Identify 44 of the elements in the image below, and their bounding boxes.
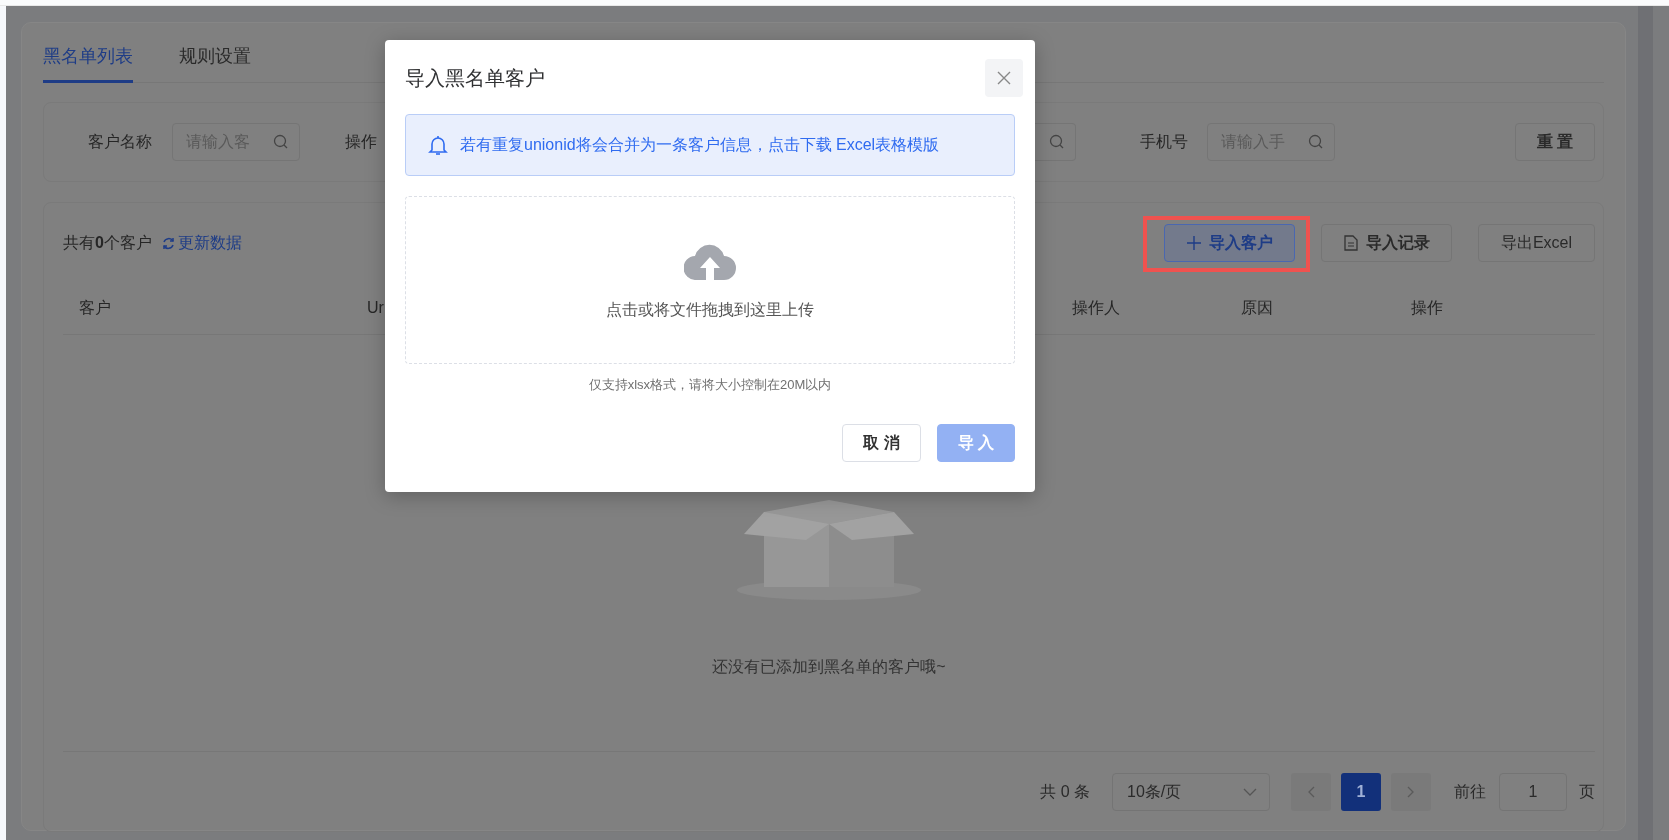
document-icon bbox=[1343, 235, 1358, 251]
reset-button[interactable]: 重 置 bbox=[1515, 123, 1595, 161]
customer-count: 共有0个客户 bbox=[63, 232, 152, 253]
tab[interactable]: 规则设置 bbox=[179, 44, 251, 83]
close-button[interactable] bbox=[985, 59, 1023, 97]
previous-page-button[interactable] bbox=[1291, 773, 1331, 811]
search-icon bbox=[273, 134, 289, 150]
bell-icon bbox=[428, 134, 448, 156]
column-header: 原因 bbox=[1241, 297, 1273, 318]
action-button[interactable]: 导入客户 bbox=[1164, 224, 1295, 262]
field-label: 客户名称 bbox=[88, 131, 152, 152]
column-header: 操作人 bbox=[1072, 297, 1120, 318]
goto-label: 前往 bbox=[1454, 781, 1486, 802]
tab[interactable]: 黑名单列表 bbox=[43, 44, 133, 83]
search-icon bbox=[1308, 134, 1324, 150]
empty-message: 还没有已添加到黑名单的客户哦~ bbox=[712, 657, 946, 677]
next-page-button[interactable] bbox=[1391, 773, 1431, 811]
dialog-title: 导入黑名单客户 bbox=[405, 65, 545, 91]
column-header: Ur bbox=[367, 299, 384, 317]
chevron-right-icon bbox=[1407, 786, 1415, 798]
total-count: 共 0 条 bbox=[1040, 781, 1090, 802]
field-label: 操作 bbox=[345, 131, 377, 152]
column-header: 操作 bbox=[1411, 297, 1443, 318]
page-unit: 页 bbox=[1579, 781, 1595, 802]
action-button[interactable]: 导出Excel bbox=[1478, 224, 1595, 262]
plus-icon bbox=[1186, 236, 1201, 250]
upload-text: 点击或将文件拖拽到这里上传 bbox=[606, 299, 814, 320]
field-label: 手机号 bbox=[1140, 131, 1188, 152]
upload-hint: 仅支持xlsx格式，请将大小控制在20M以内 bbox=[587, 376, 833, 394]
page-input[interactable]: 1 bbox=[1499, 773, 1567, 811]
column-header: 客户 bbox=[79, 297, 111, 318]
page-size-select[interactable]: 10条/页 bbox=[1112, 773, 1270, 811]
search-icon bbox=[1049, 134, 1065, 150]
chevron-down-icon bbox=[1243, 788, 1257, 796]
upload-area[interactable]: 点击或将文件拖拽到这里上传 bbox=[405, 196, 1015, 364]
cancel-button[interactable]: 取 消 bbox=[842, 424, 921, 462]
action-button[interactable]: 导入记录 bbox=[1321, 224, 1452, 262]
notice-text: 若有重复unionid将会合并为一条客户信息，点击下载 Excel表格模版 bbox=[460, 134, 940, 155]
scrollbar[interactable] bbox=[1638, 6, 1653, 840]
page-button[interactable]: 1 bbox=[1341, 773, 1381, 811]
refresh-link[interactable]: 更新数据 bbox=[161, 232, 242, 254]
chevron-left-icon bbox=[1307, 786, 1315, 798]
refresh-icon bbox=[161, 236, 175, 250]
close-icon bbox=[997, 71, 1011, 85]
